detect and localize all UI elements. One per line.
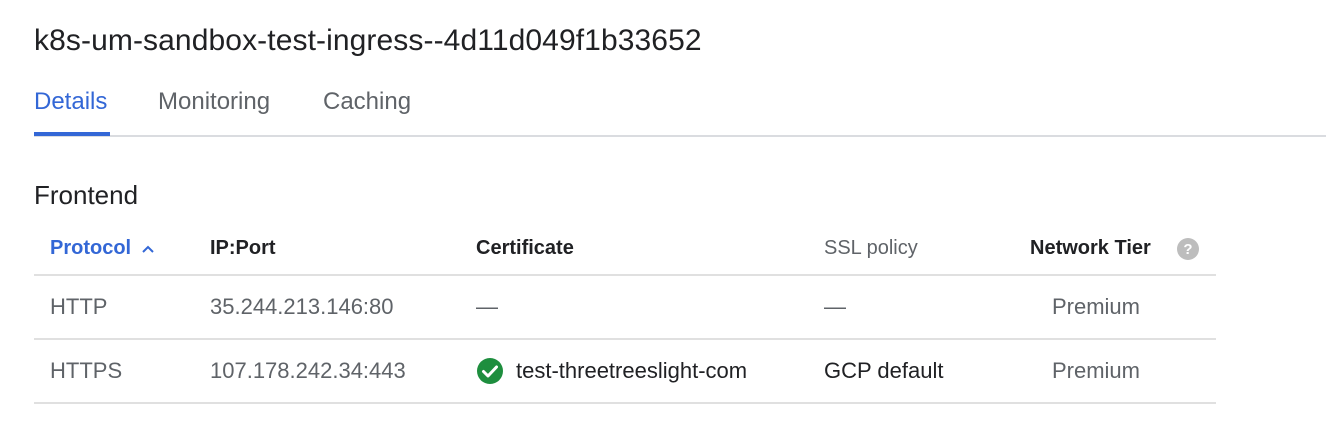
- tab-caching[interactable]: Caching: [323, 88, 411, 116]
- tab-bar: Details Monitoring Caching: [0, 80, 1326, 137]
- cell-ssl-policy: GCP default: [824, 358, 944, 383]
- cell-certificate: —: [476, 294, 498, 319]
- cell-protocol: HTTP: [50, 294, 108, 319]
- column-header-certificate[interactable]: Certificate: [476, 222, 574, 274]
- tab-details[interactable]: Details: [34, 88, 107, 116]
- column-header-ip-port[interactable]: IP:Port: [210, 222, 276, 274]
- table-row: HTTP 35.244.213.146:80 — — Premium: [34, 276, 1216, 340]
- cell-network-tier: Premium: [1051, 294, 1140, 319]
- table-header-row: Protocol IP:Port Certificate SSL policy …: [34, 222, 1216, 276]
- column-header-network-tier[interactable]: Network Tier: [1030, 222, 1151, 274]
- tab-monitoring[interactable]: Monitoring: [158, 88, 270, 116]
- cell-network-tier: Premium: [1051, 358, 1140, 383]
- table-row: HTTPS 107.178.242.34:443 test-threetrees…: [34, 340, 1216, 404]
- cell-ip-port: 35.244.213.146:80: [210, 294, 394, 319]
- certificate-link[interactable]: test-threetreeslight-com: [516, 358, 747, 384]
- column-header-protocol-label: Protocol: [50, 236, 132, 259]
- cell-ssl-policy: —: [824, 294, 846, 319]
- check-circle-icon: [476, 357, 504, 385]
- page-title: k8s-um-sandbox-test-ingress--4d11d049f1b…: [34, 24, 702, 57]
- svg-text:?: ?: [1183, 241, 1192, 258]
- help-icon[interactable]: ?: [1176, 237, 1200, 261]
- column-header-protocol[interactable]: Protocol: [50, 222, 155, 274]
- cell-ip-port: 107.178.242.34:443: [210, 358, 406, 383]
- column-header-ssl-policy: SSL policy: [824, 236, 918, 259]
- tab-divider: [34, 135, 1326, 137]
- active-tab-indicator: [34, 132, 110, 136]
- frontend-table: Protocol IP:Port Certificate SSL policy …: [34, 222, 1216, 404]
- cell-certificate: test-threetreeslight-com: [476, 340, 747, 402]
- cell-protocol: HTTPS: [50, 358, 123, 383]
- chevron-up-icon: [141, 237, 155, 260]
- frontend-section-title: Frontend: [34, 180, 139, 210]
